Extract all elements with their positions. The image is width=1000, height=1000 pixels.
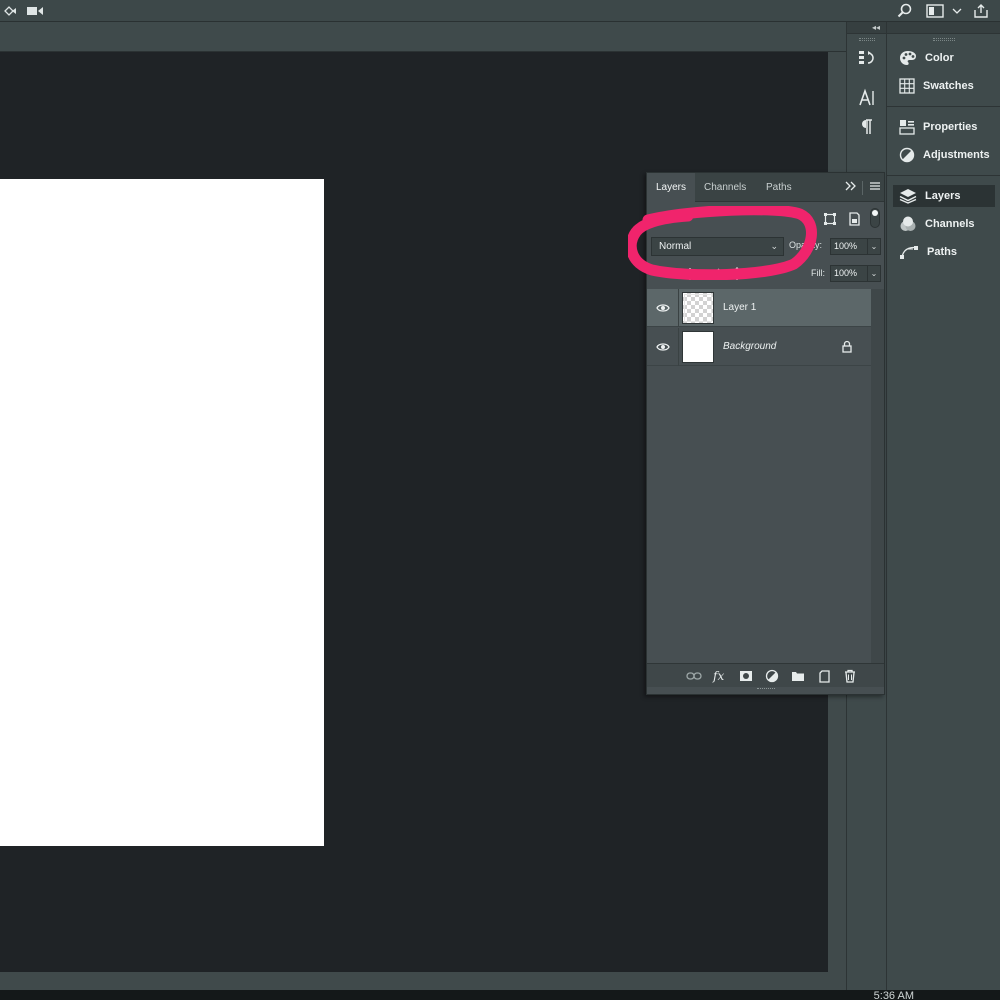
dock-item-layers[interactable]: Layers <box>893 185 995 207</box>
dock-item-color[interactable]: Color <box>893 47 995 69</box>
fx-icon[interactable]: fx <box>712 668 728 684</box>
fill-input[interactable]: 100% <box>830 265 868 282</box>
layers-panel-footer: fx <box>647 663 884 687</box>
search-icon[interactable] <box>896 3 914 19</box>
arrange-icon[interactable] <box>2 3 20 19</box>
visibility-eye-icon[interactable] <box>655 340 671 354</box>
layer-filter-row <box>647 202 884 235</box>
dock-grip[interactable] <box>933 38 955 41</box>
lock-icon[interactable] <box>841 340 853 356</box>
adjustments-icon <box>899 147 915 163</box>
smart-object-filter-icon[interactable] <box>847 212 861 229</box>
opacity-input[interactable]: 100% <box>830 238 868 255</box>
color-palette-icon <box>900 51 916 65</box>
column-grip[interactable] <box>859 38 875 41</box>
video-icon[interactable] <box>26 3 44 19</box>
shape-filter-icon[interactable] <box>823 212 837 229</box>
tab-channels[interactable]: Channels <box>695 173 755 202</box>
layer-thumbnail[interactable] <box>682 331 714 363</box>
dock-item-label: Adjustments <box>923 149 990 161</box>
document-tab-strip <box>0 22 848 52</box>
layers-icon <box>899 189 917 204</box>
dock-item-label: Paths <box>927 246 957 258</box>
chevron-down-icon: ⌄ <box>770 241 778 251</box>
document-canvas[interactable] <box>0 179 324 846</box>
dock-item-label: Swatches <box>923 80 974 92</box>
row-divider <box>678 289 679 327</box>
menu-divider <box>862 180 864 195</box>
double-chevron-right-icon[interactable] <box>845 181 857 194</box>
panel-dock: Color Swatches Properties Adjustments La… <box>886 22 1000 990</box>
layer-name[interactable]: Layer 1 <box>723 302 756 313</box>
fill-dropdown-button[interactable]: ⌄ <box>867 265 881 282</box>
dock-item-label: Color <box>925 52 954 64</box>
layer-row-background[interactable]: Background <box>647 328 871 366</box>
dock-separator <box>887 175 1000 176</box>
layers-panel-tabs: Layers Channels Paths <box>647 173 884 202</box>
tab-layers[interactable]: Layers <box>647 173 696 202</box>
trash-icon[interactable] <box>842 668 858 684</box>
dock-item-label: Properties <box>923 121 978 133</box>
layer-row-layer-1[interactable]: Layer 1 <box>647 289 871 327</box>
panel-resize-grip[interactable] <box>757 688 775 691</box>
dock-separator <box>887 106 1000 107</box>
application-bar <box>0 0 1000 22</box>
layer-thumbnail[interactable] <box>682 292 714 324</box>
character-icon[interactable] <box>857 88 877 108</box>
tab-paths[interactable]: Paths <box>757 173 801 202</box>
svg-text:fx: fx <box>712 669 724 683</box>
blend-mode-value: Normal <box>659 241 692 252</box>
workspace-icon[interactable] <box>926 3 944 19</box>
new-layer-icon[interactable] <box>816 668 832 684</box>
taskbar-clock: 5:36 AM <box>873 990 914 1000</box>
swatches-grid-icon <box>899 78 915 94</box>
blend-mode-select[interactable]: Normal ⌄ <box>651 237 784 256</box>
share-icon[interactable] <box>972 3 990 19</box>
taskbar: 5:36 AM <box>0 990 1000 1000</box>
fill-label: Fill: <box>811 268 825 278</box>
folder-icon[interactable] <box>790 668 806 684</box>
dock-item-swatches[interactable]: Swatches <box>893 75 995 97</box>
filter-toggle[interactable] <box>870 208 880 228</box>
dock-item-label: Channels <box>925 218 975 230</box>
opacity-dropdown-button[interactable]: ⌄ <box>867 238 881 255</box>
lock-image-pixels-icon[interactable] <box>709 267 721 284</box>
dock-item-paths[interactable]: Paths <box>893 241 995 263</box>
channels-icon <box>900 216 916 231</box>
row-divider <box>678 328 679 366</box>
adjustment-layer-icon[interactable] <box>764 668 780 684</box>
properties-icon <box>899 120 915 135</box>
dock-item-label: Layers <box>925 190 961 202</box>
dock-item-adjustments[interactable]: Adjustments <box>893 144 995 166</box>
lock-position-icon[interactable] <box>683 267 697 284</box>
visibility-eye-icon[interactable] <box>655 301 671 315</box>
collapse-column-button[interactable]: ◂◂ <box>847 22 886 34</box>
dock-collapse-bar[interactable] <box>887 22 1000 34</box>
layer-mask-icon[interactable] <box>738 668 754 684</box>
layers-panel[interactable]: Layers Channels Paths Normal ⌄ Opacity: … <box>646 172 885 695</box>
lock-transparent-icon[interactable] <box>731 267 743 284</box>
link-layers-icon[interactable] <box>686 668 702 684</box>
paths-icon <box>900 246 918 259</box>
horizontal-scrollbar[interactable] <box>0 972 846 990</box>
chevron-down-icon[interactable] <box>948 3 966 19</box>
dock-item-channels[interactable]: Channels <box>893 213 995 235</box>
paragraph-icon[interactable] <box>857 117 877 137</box>
layers-scrollbar[interactable] <box>871 289 884 663</box>
dock-item-properties[interactable]: Properties <box>893 116 995 138</box>
layer-name[interactable]: Background <box>723 341 776 352</box>
history-icon[interactable] <box>857 48 877 68</box>
panel-menu-icon[interactable] <box>869 181 881 194</box>
opacity-label: Opacity: <box>789 240 823 250</box>
